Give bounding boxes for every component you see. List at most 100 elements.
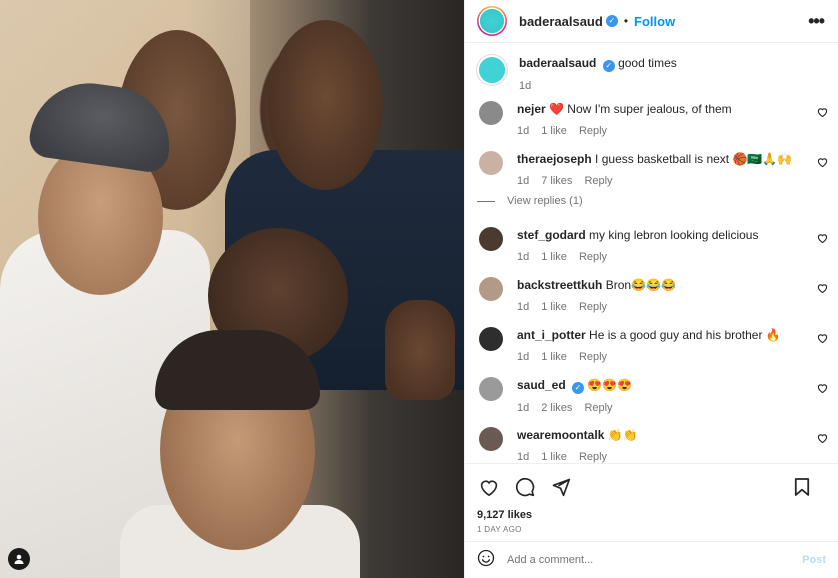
comment-body: wearemoontalk 👏👏 1d 1 like Reply — [517, 427, 638, 463]
caption-time: 1d — [519, 80, 532, 92]
comment-username[interactable]: backstreettkuh — [517, 278, 602, 292]
comment-time: 1d — [517, 351, 530, 363]
comment-text: Bron😂😂😂 — [605, 278, 676, 292]
comment-like-heart-icon[interactable] — [817, 157, 828, 170]
heart-icon[interactable] — [477, 475, 501, 499]
comment-row: backstreettkuh Bron😂😂😂 1d 1 like Reply — [477, 277, 838, 327]
post-sidebar: baderaalsaud ✓ • Follow ••• baderaalsaud… — [464, 0, 838, 578]
comment-username[interactable]: saud_ed — [517, 378, 566, 392]
photo-person — [268, 20, 383, 190]
caption-avatar[interactable] — [477, 55, 507, 85]
more-options-icon[interactable]: ••• — [808, 12, 825, 30]
add-comment-bar: Post — [465, 541, 838, 578]
comment-time: 1d — [517, 301, 530, 313]
comment-like-heart-icon[interactable] — [817, 283, 828, 296]
commenter-avatar[interactable] — [479, 377, 503, 401]
reply-button[interactable]: Reply — [584, 173, 612, 189]
comment-time: 1d — [517, 251, 530, 263]
verified-icon: ✓ — [605, 15, 618, 27]
comment-meta: 1d 7 likes Reply — [517, 173, 792, 189]
comment-icon[interactable] — [513, 475, 537, 499]
post-comment-button[interactable]: Post — [802, 554, 826, 566]
user-tag-icon[interactable] — [8, 548, 30, 570]
comment-username[interactable]: nejer — [517, 102, 546, 116]
reply-button[interactable]: Reply — [579, 299, 607, 315]
comment-body: backstreettkuh Bron😂😂😂 1d 1 like Reply — [517, 277, 676, 327]
comment-time: 1d — [517, 175, 530, 187]
comment-like-heart-icon[interactable] — [817, 333, 828, 346]
comment-likes[interactable]: 1 like — [541, 349, 567, 365]
comment-username[interactable]: wearemoontalk — [517, 428, 604, 442]
comment-row: saud_ed ✓ 😍😍😍 1d 2 likes Reply — [477, 377, 838, 427]
comment-meta: 1d 1 like Reply — [517, 123, 732, 139]
comment-text: 👏👏 — [607, 428, 638, 442]
comment-row: nejer ❤️ Now I'm super jealous, of them 1… — [477, 101, 838, 151]
comment-row: wearemoontalk 👏👏 1d 1 like Reply — [477, 427, 838, 463]
comment-body: saud_ed ✓ 😍😍😍 1d 2 likes Reply — [517, 377, 632, 427]
reply-button[interactable]: Reply — [579, 349, 607, 365]
comment-text: my king lebron looking delicious — [589, 228, 759, 242]
commenter-avatar[interactable] — [479, 101, 503, 125]
comment-text: I guess basketball is next 🏀🇸🇦🙏🙌 — [595, 152, 793, 166]
verified-icon: ✓ — [602, 60, 615, 72]
reply-button[interactable]: Reply — [579, 449, 607, 463]
comment-body: theraejoseph I guess basketball is next … — [517, 151, 792, 201]
comment-time: 1d — [517, 402, 530, 414]
caption-body: baderaalsaud ✓ good times 1d — [519, 55, 677, 101]
action-bar — [465, 463, 838, 509]
comment-username[interactable]: stef_godard — [517, 228, 586, 242]
comment-input[interactable] — [507, 554, 803, 566]
author-username[interactable]: baderaalsaud — [519, 14, 603, 29]
commenter-avatar[interactable] — [479, 227, 503, 251]
follow-button[interactable]: Follow — [634, 14, 675, 29]
comment-row: ant_i_potter He is a good guy and his br… — [477, 327, 838, 377]
post-caption: baderaalsaud ✓ good times 1d — [477, 43, 838, 101]
caption-meta: 1d — [519, 78, 677, 94]
comment-meta: 1d 2 likes Reply — [517, 400, 632, 416]
comment-likes[interactable]: 1 like — [541, 449, 567, 463]
comment-row: theraejoseph I guess basketball is next … — [477, 151, 838, 201]
comment-text: He is a good guy and his brother 🔥 — [589, 328, 781, 342]
separator-dot: • — [623, 14, 629, 28]
comment-text: ❤️ Now I'm super jealous, of them — [549, 102, 732, 116]
photo-detail — [385, 300, 455, 400]
comment-body: stef_godard my king lebron looking delic… — [517, 227, 758, 277]
comment-likes[interactable]: 1 like — [541, 123, 567, 139]
reply-button[interactable]: Reply — [584, 400, 612, 416]
comment-likes[interactable]: 7 likes — [541, 173, 572, 189]
reply-button[interactable]: Reply — [579, 249, 607, 265]
share-icon[interactable] — [549, 475, 573, 499]
comment-time: 1d — [517, 125, 530, 137]
author-avatar[interactable] — [477, 6, 507, 36]
comment-body: nejer ❤️ Now I'm super jealous, of them 1… — [517, 101, 732, 151]
post-photo[interactable] — [0, 0, 464, 578]
comment-body: ant_i_potter He is a good guy and his br… — [517, 327, 781, 377]
comment-time: 1d — [517, 451, 530, 463]
comment-meta: 1d 1 like Reply — [517, 349, 781, 365]
post-header: baderaalsaud ✓ • Follow ••• — [465, 0, 838, 43]
comment-like-heart-icon[interactable] — [817, 233, 828, 246]
caption-username[interactable]: baderaalsaud — [519, 56, 596, 70]
comments-list[interactable]: baderaalsaud ✓ good times 1d nejer ❤️ No… — [465, 43, 838, 463]
like-count[interactable]: 9,127 likes — [465, 509, 838, 525]
comment-username[interactable]: theraejoseph — [517, 152, 592, 166]
comment-like-heart-icon[interactable] — [817, 383, 828, 396]
comment-like-heart-icon[interactable] — [817, 107, 828, 120]
emoji-icon[interactable] — [477, 549, 495, 571]
reply-button[interactable]: Reply — [579, 123, 607, 139]
comment-likes[interactable]: 1 like — [541, 299, 567, 315]
save-icon[interactable] — [790, 475, 814, 499]
post-modal: baderaalsaud ✓ • Follow ••• baderaalsaud… — [0, 0, 838, 578]
comment-likes[interactable]: 2 likes — [541, 400, 572, 416]
commenter-avatar[interactable] — [479, 427, 503, 451]
post-time: 1 DAY AGO — [477, 525, 522, 534]
comment-row: stef_godard my king lebron looking delic… — [477, 227, 838, 277]
commenter-avatar[interactable] — [479, 151, 503, 175]
commenter-avatar[interactable] — [479, 327, 503, 351]
comment-like-heart-icon[interactable] — [817, 433, 828, 446]
comment-meta: 1d 1 like Reply — [517, 299, 676, 315]
comment-likes[interactable]: 1 like — [541, 249, 567, 265]
caption-text: good times — [618, 56, 677, 70]
comment-username[interactable]: ant_i_potter — [517, 328, 586, 342]
commenter-avatar[interactable] — [479, 277, 503, 301]
